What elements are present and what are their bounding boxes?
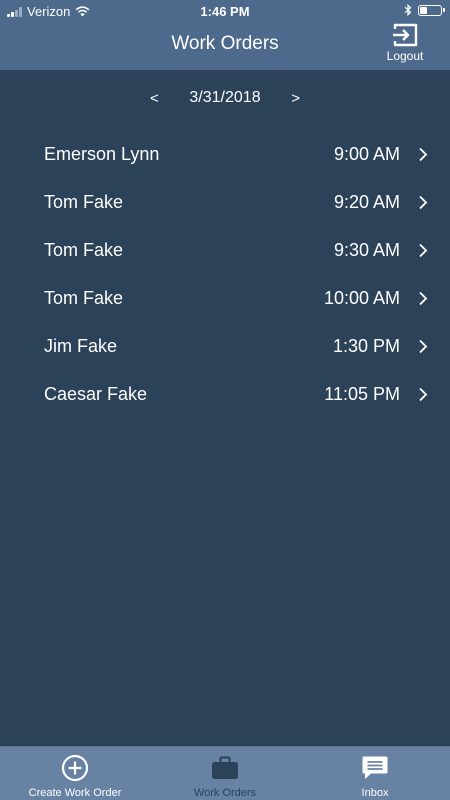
next-date-button[interactable]: > <box>286 90 306 107</box>
tab-label: Work Orders <box>193 787 257 799</box>
customer-name: Tom Fake <box>44 239 124 260</box>
plus-circle-icon <box>61 754 89 782</box>
chat-bubble-icon <box>362 756 388 779</box>
work-order-row[interactable]: Caesar Fake 11:05 PM <box>0 370 450 418</box>
bluetooth-icon <box>404 4 412 16</box>
tab-bar: Create Work Order Work Orders Inbox <box>0 746 450 800</box>
status-time: 1:46 PM <box>200 4 250 19</box>
work-order-row[interactable]: Jim Fake 1:30 PM <box>0 322 450 370</box>
logout-icon <box>393 23 418 47</box>
tab-label: Inbox <box>361 787 389 799</box>
tab-work-orders[interactable]: Work Orders <box>150 747 300 800</box>
logout-button[interactable]: Logout <box>380 22 430 68</box>
work-order-row[interactable]: Tom Fake 9:30 AM <box>0 226 450 274</box>
tab-inbox[interactable]: Inbox <box>300 747 450 800</box>
customer-name: Caesar Fake <box>44 383 148 404</box>
previous-date-button[interactable]: < <box>144 90 164 107</box>
top-bar: Verizon 1:46 PM Work Orders Logout <box>0 0 450 70</box>
tab-create-work-order[interactable]: Create Work Order <box>0 747 150 800</box>
appointment-time: 10:00 AM <box>323 287 400 308</box>
chevron-right-icon <box>419 339 428 354</box>
appointment-time: 1:30 PM <box>332 335 400 356</box>
customer-name: Tom Fake <box>44 191 124 212</box>
work-order-list: Emerson Lynn 9:00 AM Tom Fake 9:20 AM To… <box>0 130 450 418</box>
chevron-right-icon <box>419 243 428 258</box>
appointment-time: 9:00 AM <box>333 143 400 164</box>
current-date: 3/31/2018 <box>189 89 261 106</box>
appointment-time: 9:20 AM <box>333 191 400 212</box>
work-order-row[interactable]: Emerson Lynn 9:00 AM <box>0 130 450 178</box>
customer-name: Emerson Lynn <box>44 143 160 164</box>
tab-label: Create Work Order <box>28 787 122 799</box>
customer-name: Tom Fake <box>44 287 124 308</box>
briefcase-icon <box>212 756 238 779</box>
battery-fill <box>420 6 427 14</box>
status-bar: Verizon 1:46 PM <box>0 0 450 22</box>
work-order-row[interactable]: Tom Fake 9:20 AM <box>0 178 450 226</box>
appointment-time: 9:30 AM <box>333 239 400 260</box>
chevron-right-icon <box>419 291 428 306</box>
battery-icon <box>418 4 445 16</box>
customer-name: Jim Fake <box>44 335 118 356</box>
chevron-right-icon <box>419 195 428 210</box>
chevron-right-icon <box>419 147 428 162</box>
work-orders-screen: Verizon 1:46 PM Work Orders Logout < 3/3… <box>0 0 450 800</box>
status-right <box>404 4 445 16</box>
date-navigator: < 3/31/2018 > <box>0 86 450 110</box>
chevron-right-icon <box>419 387 428 402</box>
appointment-time: 11:05 PM <box>324 383 400 404</box>
logout-label: Logout <box>386 49 424 63</box>
work-order-row[interactable]: Tom Fake 10:00 AM <box>0 274 450 322</box>
